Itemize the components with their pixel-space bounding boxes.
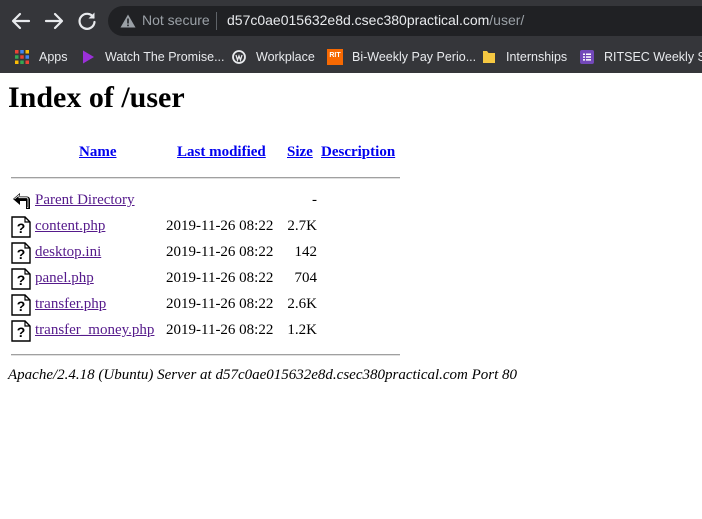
header-divider	[11, 177, 400, 179]
back-arrow-icon	[13, 193, 30, 209]
svg-text:?: ?	[17, 220, 26, 236]
file-size: 2.6K	[287, 296, 317, 312]
file-modified: 2019-11-26 08:22	[166, 218, 274, 234]
unknown-file-icon: ?	[11, 320, 31, 342]
file-modified: 2019-11-26 08:22	[166, 296, 274, 312]
file-link-transfer-money-php[interactable]: transfer_money.php	[35, 322, 154, 338]
column-header-name: Name	[79, 144, 117, 161]
bookmark-ritsec-weekly[interactable]: RITSEC Weekly Sig	[579, 46, 702, 68]
unknown-file-icon: ?	[11, 294, 31, 316]
unknown-file-icon: ?	[11, 268, 31, 290]
file-link-transfer-php[interactable]: transfer.php	[35, 296, 106, 312]
folder-icon	[481, 49, 497, 65]
sort-by-size-link[interactable]: Size	[287, 144, 313, 160]
bookmark-workplace[interactable]: Workplace	[231, 46, 315, 68]
footer-divider	[11, 354, 400, 356]
file-name-cell: transfer_money.php	[35, 322, 154, 339]
url-host: d57c0ae015632e8d.csec380practical.com	[227, 12, 490, 28]
file-modified: 2019-11-26 08:22	[166, 244, 274, 260]
bookmark-label: Bi-Weekly Pay Perio...	[352, 50, 477, 64]
file-size: -	[312, 192, 317, 208]
apps-grid-icon	[14, 49, 30, 65]
column-header-size: Size	[287, 144, 313, 161]
play-icon	[80, 49, 96, 65]
sort-by-modified-link[interactable]: Last modified	[177, 144, 266, 160]
parent-directory-cell: Parent Directory	[35, 192, 135, 209]
file-name-cell: transfer.php	[35, 296, 106, 313]
bookmark-bi-weekly-pay[interactable]: RIT Bi-Weekly Pay Perio...	[327, 46, 476, 68]
svg-text:?: ?	[17, 324, 26, 340]
bookmark-apps[interactable]: Apps	[14, 46, 68, 68]
file-link-desktop-ini[interactable]: desktop.ini	[35, 244, 101, 260]
svg-text:?: ?	[17, 298, 26, 314]
file-size: 704	[294, 270, 318, 286]
bookmark-label: Internships	[506, 50, 568, 64]
file-modified: 2019-11-26 08:22	[166, 322, 274, 338]
browser-toolbar: Not secure d57c0ae015632e8d.csec380pract…	[0, 0, 702, 42]
column-header-modified: Last modified	[177, 144, 266, 161]
file-size: 2.7K	[287, 218, 317, 234]
omnibox-divider	[216, 12, 217, 30]
url-path: /user/	[489, 12, 525, 28]
rit-icon: RIT	[327, 49, 343, 65]
arrow-right-icon	[44, 12, 64, 30]
sort-by-description-link[interactable]: Description	[321, 144, 395, 160]
bookmark-internships[interactable]: Internships	[481, 46, 567, 68]
file-size: 1.2K	[287, 322, 317, 338]
address-bar[interactable]: Not secure d57c0ae015632e8d.csec380pract…	[108, 6, 702, 36]
reload-button[interactable]	[75, 9, 99, 33]
parent-directory-link[interactable]: Parent Directory	[35, 192, 135, 208]
url-text[interactable]: d57c0ae015632e8d.csec380practical.com/us…	[227, 12, 524, 28]
warning-icon[interactable]	[120, 14, 136, 28]
file-link-content-php[interactable]: content.php	[35, 218, 105, 234]
file-name-cell: content.php	[35, 218, 105, 235]
server-signature: Apache/2.4.18 (Ubuntu) Server at d57c0ae…	[8, 367, 518, 383]
form-icon	[579, 49, 595, 65]
file-name-cell: desktop.ini	[35, 244, 101, 261]
bookmarks-bar: Apps Watch The Promise... Workplace RIT …	[0, 42, 702, 73]
browser-chrome: Not secure d57c0ae015632e8d.csec380pract…	[0, 0, 702, 73]
bookmark-watch-the-promise[interactable]: Watch The Promise...	[80, 46, 224, 68]
page-title: Index of /user	[8, 81, 185, 114]
forward-button[interactable]	[42, 9, 66, 33]
unknown-file-icon: ?	[11, 216, 31, 238]
sort-by-name-link[interactable]: Name	[79, 144, 117, 160]
svg-text:?: ?	[17, 246, 26, 262]
back-button[interactable]	[9, 9, 33, 33]
file-link-panel-php[interactable]: panel.php	[35, 270, 94, 286]
unknown-file-icon: ?	[11, 242, 31, 264]
security-status[interactable]: Not secure	[142, 12, 210, 28]
workplace-icon	[231, 49, 247, 65]
bookmark-label: Workplace	[256, 50, 315, 64]
bookmark-label: Watch The Promise...	[105, 50, 225, 64]
reload-icon	[78, 12, 96, 30]
bookmark-label: RITSEC Weekly Sig	[604, 50, 702, 64]
page-content: Index of /user Name Last modified Size D…	[0, 73, 702, 519]
file-name-cell: panel.php	[35, 270, 94, 287]
rit-icon-text: RIT	[329, 52, 341, 59]
column-header-description: Description	[321, 144, 395, 161]
bookmark-label: Apps	[39, 50, 68, 64]
svg-text:?: ?	[17, 272, 26, 288]
file-modified: 2019-11-26 08:22	[166, 270, 274, 286]
arrow-left-icon	[11, 12, 31, 30]
file-size: 142	[294, 244, 318, 260]
